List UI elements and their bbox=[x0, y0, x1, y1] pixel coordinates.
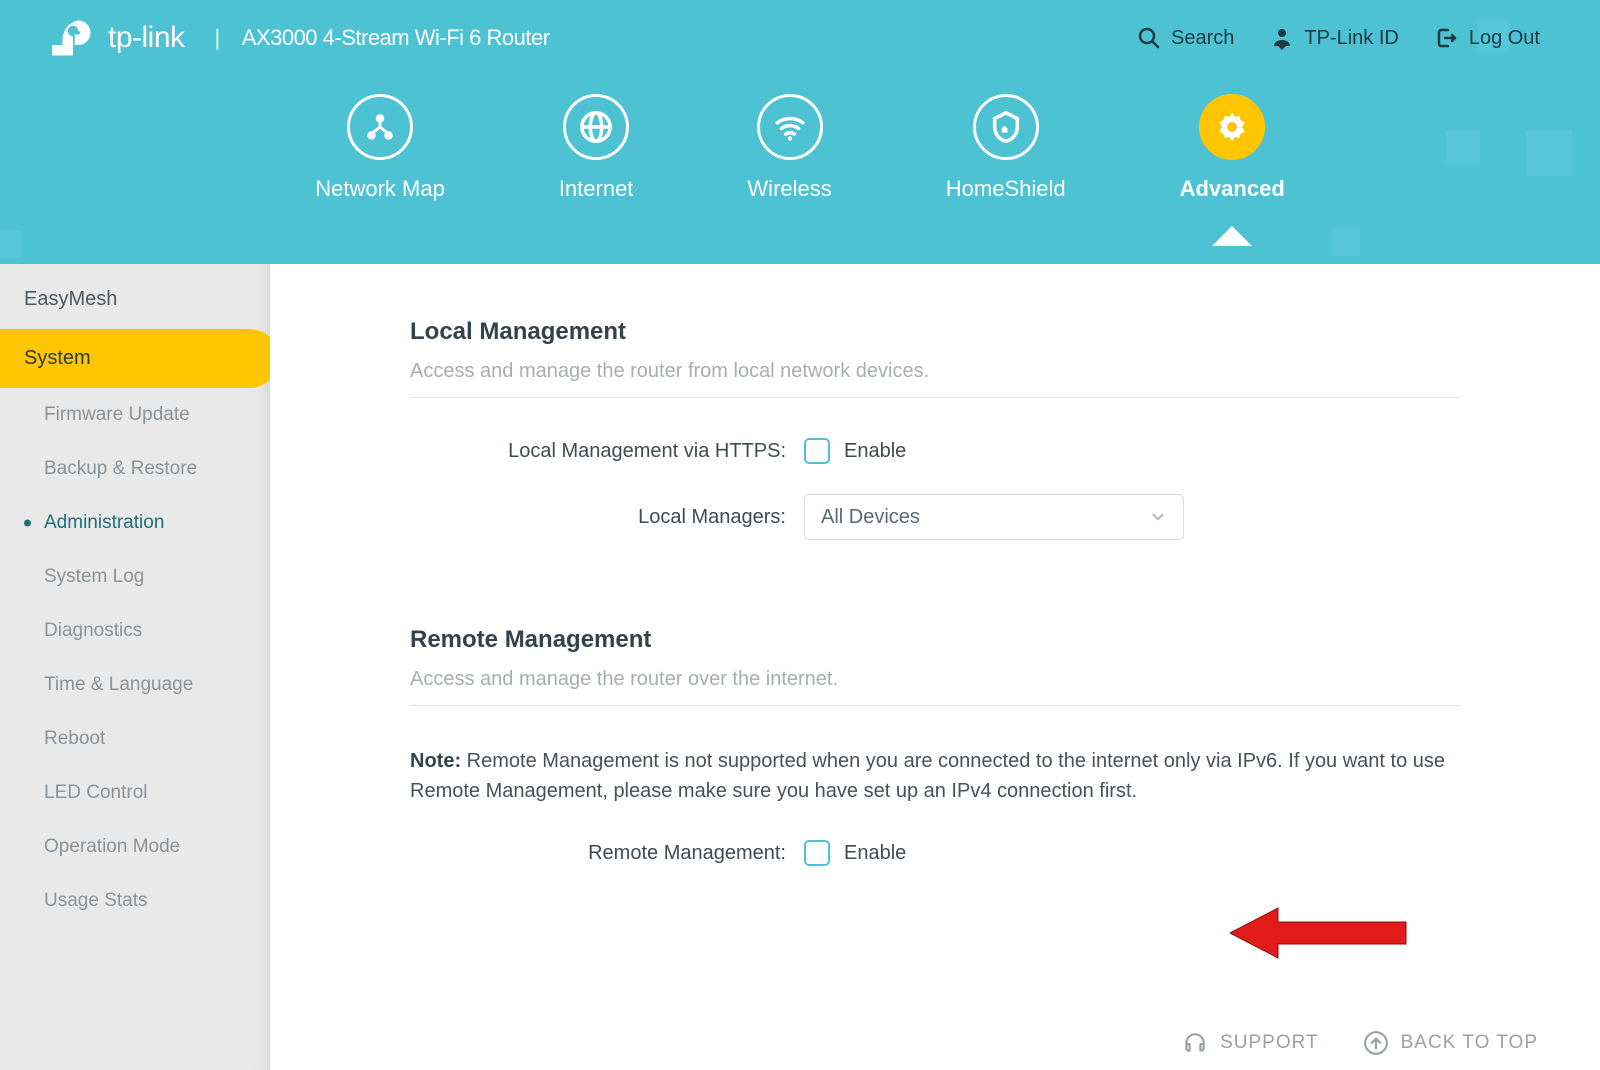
sidebar-sub-reboot[interactable]: Reboot bbox=[0, 712, 270, 766]
tab-label: HomeShield bbox=[946, 176, 1066, 202]
row-local-managers: Local Managers: All Devices bbox=[410, 494, 1460, 540]
sidebar-sub-led-control[interactable]: LED Control bbox=[0, 766, 270, 820]
select-value: All Devices bbox=[821, 506, 920, 529]
chevron-down-icon bbox=[1149, 508, 1167, 526]
section-desc-remote: Access and manage the router over the in… bbox=[410, 668, 1460, 705]
logout-button[interactable]: Log Out bbox=[1435, 26, 1540, 50]
header-decoration bbox=[0, 230, 22, 258]
support-label: SUPPORT bbox=[1220, 1032, 1319, 1054]
section-divider bbox=[410, 705, 1460, 706]
sidebar-sub-firmware-update[interactable]: Firmware Update bbox=[0, 388, 270, 442]
note-label: Note: bbox=[410, 750, 461, 772]
sidebar-item-system[interactable]: System bbox=[0, 329, 278, 388]
tab-label: Wireless bbox=[747, 176, 831, 202]
header-top-bar: tp-link | AX3000 4-Stream Wi-Fi 6 Router… bbox=[0, 0, 1600, 76]
person-icon bbox=[1270, 26, 1294, 50]
tab-label: Network Map bbox=[315, 176, 445, 202]
headset-icon bbox=[1182, 1030, 1208, 1056]
checkbox-wrap: Enable bbox=[804, 438, 906, 464]
section-divider bbox=[410, 397, 1460, 398]
tab-homeshield[interactable]: HomeShield bbox=[946, 94, 1066, 202]
row-local-https: Local Management via HTTPS: Enable bbox=[410, 438, 1460, 464]
label-remote-management: Remote Management: bbox=[410, 842, 804, 865]
sidebar-sub-system-log[interactable]: System Log bbox=[0, 550, 270, 604]
note-remote: Note: Remote Management is not supported… bbox=[410, 746, 1460, 806]
model-name: AX3000 4-Stream Wi-Fi 6 Router bbox=[242, 25, 550, 51]
checkbox-wrap: Enable bbox=[804, 840, 906, 866]
wifi-icon bbox=[757, 94, 823, 160]
header-actions: Search TP-Link ID Log Out bbox=[1137, 26, 1540, 50]
row-remote-management: Remote Management: Enable bbox=[410, 840, 1460, 866]
checkbox-remote-management[interactable] bbox=[804, 840, 830, 866]
note-text: Remote Management is not supported when … bbox=[410, 750, 1445, 802]
checkbox-label: Enable bbox=[844, 440, 906, 463]
brand-name: tp-link bbox=[108, 21, 185, 55]
section-title-remote: Remote Management bbox=[410, 626, 1460, 654]
gear-icon bbox=[1199, 94, 1265, 160]
section-desc-local: Access and manage the router from local … bbox=[410, 360, 1460, 397]
tplink-id-button[interactable]: TP-Link ID bbox=[1270, 26, 1398, 50]
tab-label: Advanced bbox=[1180, 176, 1285, 202]
annotation-arrow bbox=[1230, 902, 1410, 964]
sidebar-item-easymesh[interactable]: EasyMesh bbox=[0, 270, 270, 329]
select-local-managers[interactable]: All Devices bbox=[804, 494, 1184, 540]
tab-label: Internet bbox=[559, 176, 634, 202]
checkbox-local-https[interactable] bbox=[804, 438, 830, 464]
footer: SUPPORT BACK TO TOP bbox=[1182, 1030, 1538, 1056]
logout-label: Log Out bbox=[1469, 27, 1540, 50]
back-to-top-button[interactable]: BACK TO TOP bbox=[1363, 1030, 1538, 1056]
sidebar-sub-diagnostics[interactable]: Diagnostics bbox=[0, 604, 270, 658]
header: tp-link | AX3000 4-Stream Wi-Fi 6 Router… bbox=[0, 0, 1600, 264]
search-button[interactable]: Search bbox=[1137, 26, 1234, 50]
active-tab-indicator bbox=[1212, 226, 1252, 246]
sidebar-sub-time-language[interactable]: Time & Language bbox=[0, 658, 270, 712]
header-decoration bbox=[1332, 228, 1360, 256]
sidebar-sub-backup-restore[interactable]: Backup & Restore bbox=[0, 442, 270, 496]
brand-divider: | bbox=[215, 25, 220, 51]
shield-icon bbox=[973, 94, 1039, 160]
section-title-local: Local Management bbox=[410, 318, 1460, 346]
brand-logo: tp-link | AX3000 4-Stream Wi-Fi 6 Router bbox=[52, 17, 550, 59]
search-icon bbox=[1137, 26, 1161, 50]
tab-network-map[interactable]: Network Map bbox=[315, 94, 445, 202]
sidebar: EasyMesh System Firmware Update Backup &… bbox=[0, 246, 270, 1070]
body: EasyMesh System Firmware Update Backup &… bbox=[0, 264, 1600, 1070]
label-local-https: Local Management via HTTPS: bbox=[410, 440, 804, 463]
tab-wireless[interactable]: Wireless bbox=[747, 94, 831, 202]
sidebar-sub-administration[interactable]: Administration bbox=[0, 496, 270, 550]
sidebar-sub-usage-stats[interactable]: Usage Stats bbox=[0, 874, 270, 928]
tab-advanced[interactable]: Advanced bbox=[1180, 94, 1285, 202]
tab-internet[interactable]: Internet bbox=[559, 94, 634, 202]
content-panel: Local Management Access and manage the r… bbox=[270, 264, 1600, 1070]
tplink-id-label: TP-Link ID bbox=[1304, 27, 1398, 50]
label-local-managers: Local Managers: bbox=[410, 506, 804, 529]
checkbox-label: Enable bbox=[844, 842, 906, 865]
network-icon bbox=[347, 94, 413, 160]
main-nav: Network Map Internet Wireless HomeShield… bbox=[0, 94, 1600, 202]
sidebar-sub-operation-mode[interactable]: Operation Mode bbox=[0, 820, 270, 874]
arrow-up-circle-icon bbox=[1363, 1030, 1389, 1056]
tplink-logo-icon bbox=[52, 17, 94, 59]
search-label: Search bbox=[1171, 27, 1234, 50]
support-button[interactable]: SUPPORT bbox=[1182, 1030, 1319, 1056]
logout-icon bbox=[1435, 26, 1459, 50]
globe-icon bbox=[563, 94, 629, 160]
back-to-top-label: BACK TO TOP bbox=[1401, 1032, 1538, 1054]
